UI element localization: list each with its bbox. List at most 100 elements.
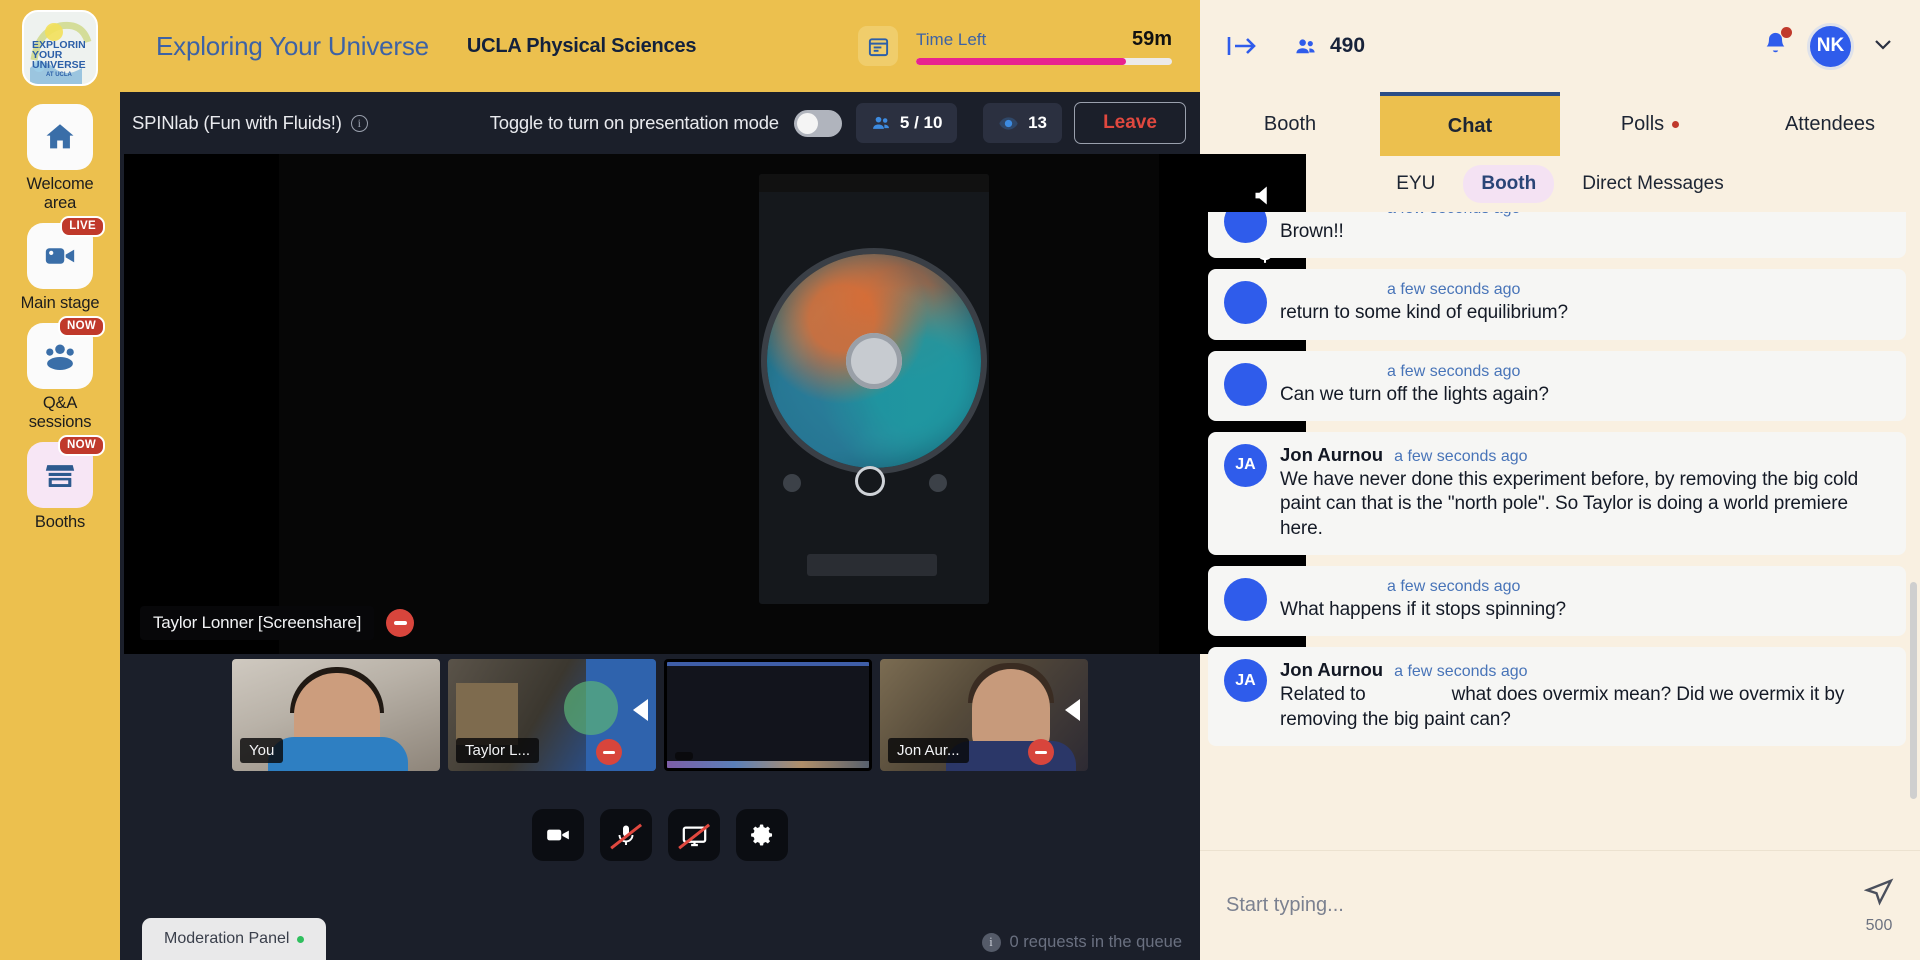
chevron-down-icon[interactable] — [1872, 36, 1894, 57]
sidebar-item-label: Welcome area — [26, 175, 94, 212]
people-icon — [872, 116, 889, 129]
experiment-video — [759, 174, 989, 604]
room-title-group: SPINlab (Fun with Fluids!) i — [132, 112, 368, 134]
tab-label: Polls — [1620, 112, 1665, 135]
sidebar-item-welcome-area[interactable]: Welcome area — [10, 104, 110, 213]
microphone-button[interactable] — [600, 809, 652, 861]
screenshare-name: Taylor Lonner [Screenshare] — [140, 606, 375, 640]
message-text: We have never done this experiment befor… — [1280, 468, 1859, 539]
event-name[interactable]: Exploring Your Universe — [156, 31, 429, 62]
people-group-icon — [46, 344, 74, 370]
sidebar-item-qa-sessions[interactable]: NOW Q&A sessions — [10, 315, 110, 432]
right-panel: 490 NK Booth Chat Polls Attendees EYU Bo… — [1200, 0, 1920, 960]
message-text: Brown!! — [1280, 221, 1344, 242]
screenshare-content — [279, 154, 1159, 654]
thumbnail-empty[interactable] — [664, 659, 872, 771]
tab-chat[interactable]: Chat — [1380, 92, 1560, 156]
tab-polls[interactable]: Polls — [1560, 92, 1740, 156]
collapse-panel-icon[interactable] — [1226, 32, 1260, 60]
subtab-booth[interactable]: Booth — [1463, 165, 1555, 203]
room-title: SPINlab (Fun with Fluids!) — [132, 112, 342, 133]
mute-minus-icon[interactable] — [596, 739, 622, 765]
participants-badge: 5 / 10 — [855, 103, 958, 143]
chat-subtabs: EYU Booth Direct Messages — [1200, 156, 1920, 212]
attendees-count-value: 490 — [1330, 34, 1366, 57]
speaker-icon[interactable] — [1251, 182, 1278, 209]
eyu-logo[interactable]: EXPLORIN YOUR UNIVERSE AT UCLA — [22, 10, 98, 86]
thumbnail-taylor[interactable]: Taylor L... — [448, 659, 656, 771]
thumbnail-jon[interactable]: Jon Aur... — [880, 659, 1088, 771]
mute-minus-icon[interactable] — [1028, 739, 1054, 765]
eye-icon — [999, 116, 1018, 130]
gear-icon — [751, 824, 773, 846]
info-circle-icon[interactable]: i — [981, 933, 1001, 952]
tab-attendees[interactable]: Attendees — [1740, 92, 1920, 156]
header-actions: NK — [1762, 22, 1894, 70]
leave-button[interactable]: Leave — [1074, 102, 1186, 144]
avatar — [1224, 362, 1267, 406]
panel-tabs: Booth Chat Polls Attendees — [1200, 92, 1920, 156]
video-stage: Taylor Lonner [Screenshare] You Taylor L… — [120, 154, 1306, 960]
video-camera-icon — [547, 829, 569, 841]
svg-text:UNIVERSE: UNIVERSE — [32, 59, 86, 71]
tab-label: Booth — [1263, 112, 1317, 135]
moderation-panel-button[interactable]: Moderation Panel — [142, 918, 327, 960]
thumbnail-you[interactable]: You — [232, 659, 440, 771]
message-text: Related to what does overmix mean? Did w… — [1280, 684, 1845, 730]
tab-label: Attendees — [1784, 112, 1876, 135]
toggle-knob — [796, 112, 818, 134]
chat-scrollbar-thumb[interactable] — [1910, 582, 1917, 799]
presentation-mode-toggle[interactable] — [793, 109, 842, 137]
fluid-tank — [767, 254, 981, 468]
sidebar-item-booths[interactable]: NOW Booths — [10, 434, 110, 532]
main-content: Exploring Your Universe UCLA Physical Sc… — [120, 0, 1306, 960]
screenshare-frame[interactable]: Taylor Lonner [Screenshare] — [124, 154, 1306, 654]
left-sidebar: EXPLORIN YOUR UNIVERSE AT UCLA Welcome a… — [0, 0, 120, 960]
calendar-icon[interactable] — [858, 26, 898, 66]
screenshare-button[interactable] — [668, 809, 720, 861]
sidebar-badge-now: NOW — [57, 315, 105, 337]
message-time: a few seconds ago — [1394, 663, 1528, 681]
notifications-button[interactable] — [1762, 27, 1792, 63]
sidebar-item-main-stage[interactable]: LIVE Main stage — [10, 215, 110, 313]
media-controls — [120, 809, 1200, 861]
tab-label: Chat — [1447, 114, 1493, 137]
svg-text:AT UCLA: AT UCLA — [46, 72, 73, 78]
message-text: Can we turn off the lights again? — [1280, 383, 1549, 405]
attendees-counter[interactable]: 490 — [1292, 34, 1365, 58]
room-actions: 13 Leave — [983, 102, 1186, 144]
tab-booth[interactable]: Booth — [1200, 92, 1380, 156]
subtab-eyu[interactable]: EYU — [1378, 165, 1453, 203]
booth-stall-icon — [45, 464, 75, 487]
chat-message-list[interactable]: a few seconds ago Brown!! a few seconds … — [1200, 212, 1920, 850]
moderation-panel-label: Moderation Panel — [164, 930, 290, 947]
booths-tile: NOW — [27, 434, 105, 508]
send-icon[interactable] — [1864, 877, 1894, 907]
avatar[interactable]: NK — [1807, 22, 1854, 70]
message-time: a few seconds ago — [1394, 447, 1528, 465]
chat-input[interactable] — [1226, 894, 1864, 917]
camera-button[interactable] — [532, 809, 584, 861]
polls-alert-dot — [1672, 120, 1680, 128]
info-circle-icon[interactable]: i — [350, 114, 368, 132]
mute-minus-icon[interactable] — [386, 609, 415, 637]
sidebar-item-label: Booths — [34, 512, 86, 531]
event-header: Exploring Your Universe UCLA Physical Sc… — [120, 0, 1200, 92]
subtab-direct-messages[interactable]: Direct Messages — [1564, 165, 1742, 203]
status-dot-icon — [297, 935, 305, 943]
speaking-indicator-icon — [1065, 699, 1080, 721]
room-stats: 5 / 10 — [855, 103, 958, 143]
sidebar-item-label: Q&A sessions — [28, 393, 92, 431]
sidebar-badge-live: LIVE — [60, 215, 105, 237]
eyu-logo-icon: EXPLORIN YOUR UNIVERSE AT UCLA — [24, 12, 96, 84]
timer-label: Time Left — [916, 29, 987, 49]
character-limit: 500 — [1865, 916, 1893, 934]
chat-scrollbar[interactable] — [1910, 212, 1917, 850]
avatar: JA — [1224, 659, 1267, 703]
stage-bottom-bar: Moderation Panel i 0 requests in the que… — [120, 914, 1200, 960]
queue-status: i 0 requests in the queue — [981, 933, 1182, 960]
home-icon — [46, 124, 74, 149]
timer-value: 59m — [1131, 27, 1172, 50]
settings-button[interactable] — [736, 809, 788, 861]
avatar — [1224, 281, 1267, 325]
